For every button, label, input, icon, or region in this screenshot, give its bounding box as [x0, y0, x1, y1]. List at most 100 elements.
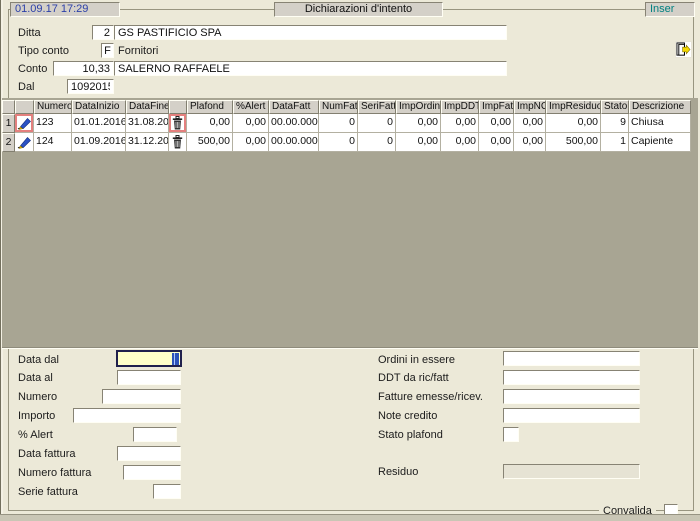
- note-credito-field[interactable]: [503, 408, 640, 423]
- col-impfatt: ImpFatt: [479, 100, 514, 114]
- cell-impresiduo[interactable]: 0,00: [546, 114, 601, 133]
- cell-stato[interactable]: 1: [601, 133, 629, 152]
- col-numfatt: NumFatt: [319, 100, 358, 114]
- stato-plafond-field[interactable]: [503, 427, 519, 442]
- col-impnc: ImpNC: [514, 100, 546, 114]
- cell-alert[interactable]: 0,00: [233, 133, 269, 152]
- cell-datafatt[interactable]: 00.00.0000: [269, 133, 319, 152]
- col-delete: [169, 100, 187, 114]
- cell-impfatt[interactable]: 0,00: [479, 133, 514, 152]
- numero-fattura-label: Numero fattura: [18, 467, 91, 479]
- conto-name-field[interactable]: [114, 61, 507, 76]
- tipo-conto-label: Tipo conto: [18, 45, 69, 57]
- serie-fattura-field[interactable]: [153, 484, 181, 499]
- fatture-emesse-field[interactable]: [503, 389, 640, 404]
- row-header[interactable]: 1: [2, 114, 15, 133]
- panel-separator: [2, 347, 698, 349]
- dal-field[interactable]: [67, 79, 114, 94]
- col-rowheader: [2, 100, 15, 114]
- cell-numfatt[interactable]: 0: [319, 133, 358, 152]
- page-title: Dichiarazioni d'intento: [274, 2, 443, 17]
- stato-plafond-label: Stato plafond: [378, 429, 443, 441]
- declarations-table: Numero DataInizio DataFine Plafond %Aler…: [2, 100, 691, 152]
- fatture-emesse-label: Fatture emesse/ricev.: [378, 391, 483, 403]
- col-plafond: Plafond: [187, 100, 233, 114]
- alert-field[interactable]: [133, 427, 177, 442]
- mode-badge: Inser: [645, 2, 695, 17]
- numero-field[interactable]: [102, 389, 181, 404]
- importo-label: Importo: [18, 410, 55, 422]
- col-impresiduo: ImpResiduo: [546, 100, 601, 114]
- serie-fattura-label: Serie fattura: [18, 486, 78, 498]
- cell-stato[interactable]: 9: [601, 114, 629, 133]
- cell-datainizio[interactable]: 01.09.2016: [72, 133, 126, 152]
- cell-descrizione[interactable]: Capiente: [629, 133, 691, 152]
- trash-icon[interactable]: [169, 133, 187, 152]
- cell-numfatt[interactable]: 0: [319, 114, 358, 133]
- note-credito-label: Note credito: [378, 410, 437, 422]
- col-stato: Stato: [601, 100, 629, 114]
- alert-label: % Alert: [18, 429, 53, 441]
- cell-impnc[interactable]: 0,00: [514, 114, 546, 133]
- ditta-name-field[interactable]: [114, 25, 507, 40]
- col-impddt: ImpDDT: [441, 100, 479, 114]
- cell-impfatt[interactable]: 0,00: [479, 114, 514, 133]
- cell-plafond[interactable]: 0,00: [187, 114, 233, 133]
- col-datafine: DataFine: [126, 100, 169, 114]
- col-descrizione: Descrizione: [629, 100, 691, 114]
- residuo-field: [503, 464, 640, 479]
- edit-pen-icon[interactable]: [15, 114, 34, 133]
- ordini-in-essere-field[interactable]: [503, 351, 640, 366]
- text-cursor: [172, 353, 179, 365]
- conto-label: Conto: [18, 63, 47, 75]
- cell-datafatt[interactable]: 00.00.0000: [269, 114, 319, 133]
- tipo-conto-code-field[interactable]: [101, 43, 114, 58]
- ordini-in-essere-label: Ordini in essere: [378, 354, 455, 366]
- conto-code-field[interactable]: [53, 61, 114, 76]
- cell-datainizio[interactable]: 01.01.2016: [72, 114, 126, 133]
- cell-plafond[interactable]: 500,00: [187, 133, 233, 152]
- table-row: 1 123 01.01.2016 31.08.2016 0,00 0,00 00…: [2, 114, 691, 133]
- data-fattura-field[interactable]: [117, 446, 181, 461]
- ditta-code-field[interactable]: [92, 25, 114, 40]
- row-header[interactable]: 2: [2, 133, 15, 152]
- window-bottom-edge: [0, 514, 700, 521]
- col-numero: Numero: [34, 100, 72, 114]
- residuo-label: Residuo: [378, 466, 418, 478]
- data-al-label: Data al: [18, 372, 53, 384]
- cell-numero[interactable]: 124: [34, 133, 72, 152]
- col-datafatt: DataFatt: [269, 100, 319, 114]
- col-serifatt: SeriFatt: [358, 100, 396, 114]
- data-al-field[interactable]: [117, 370, 181, 385]
- col-impordini: ImpOrdini: [396, 100, 441, 114]
- cell-impresiduo[interactable]: 500,00: [546, 133, 601, 152]
- cell-datafine[interactable]: 31.12.2016: [126, 133, 169, 152]
- edit-pen-icon[interactable]: [15, 133, 34, 152]
- cell-impnc[interactable]: 0,00: [514, 133, 546, 152]
- cell-serifatt[interactable]: 0: [358, 114, 396, 133]
- cell-alert[interactable]: 0,00: [233, 114, 269, 133]
- exit-door-icon[interactable]: [675, 41, 692, 58]
- col-alert: %Alert: [233, 100, 269, 114]
- cell-impordini[interactable]: 0,00: [396, 114, 441, 133]
- cell-impddt[interactable]: 0,00: [441, 114, 479, 133]
- dal-label: Dal: [18, 81, 35, 93]
- table-header-row: Numero DataInizio DataFine Plafond %Aler…: [2, 100, 691, 114]
- cell-impordini[interactable]: 0,00: [396, 133, 441, 152]
- ddt-da-ric-fatt-field[interactable]: [503, 370, 640, 385]
- ditta-label: Ditta: [18, 27, 41, 39]
- cell-serifatt[interactable]: 0: [358, 133, 396, 152]
- cell-impddt[interactable]: 0,00: [441, 133, 479, 152]
- importo-field[interactable]: [73, 408, 181, 423]
- col-edit: [15, 100, 34, 114]
- tipo-conto-name: Fornitori: [118, 45, 158, 57]
- ddt-da-ric-fatt-label: DDT da ric/fatt: [378, 372, 449, 384]
- trash-icon[interactable]: [169, 114, 187, 133]
- data-dal-label: Data dal: [18, 354, 59, 366]
- cell-datafine[interactable]: 31.08.2016: [126, 114, 169, 133]
- timestamp-box: 01.09.17 17:29: [10, 2, 120, 17]
- cell-descrizione[interactable]: Chiusa: [629, 114, 691, 133]
- data-fattura-label: Data fattura: [18, 448, 75, 460]
- numero-fattura-field[interactable]: [123, 465, 181, 480]
- cell-numero[interactable]: 123: [34, 114, 72, 133]
